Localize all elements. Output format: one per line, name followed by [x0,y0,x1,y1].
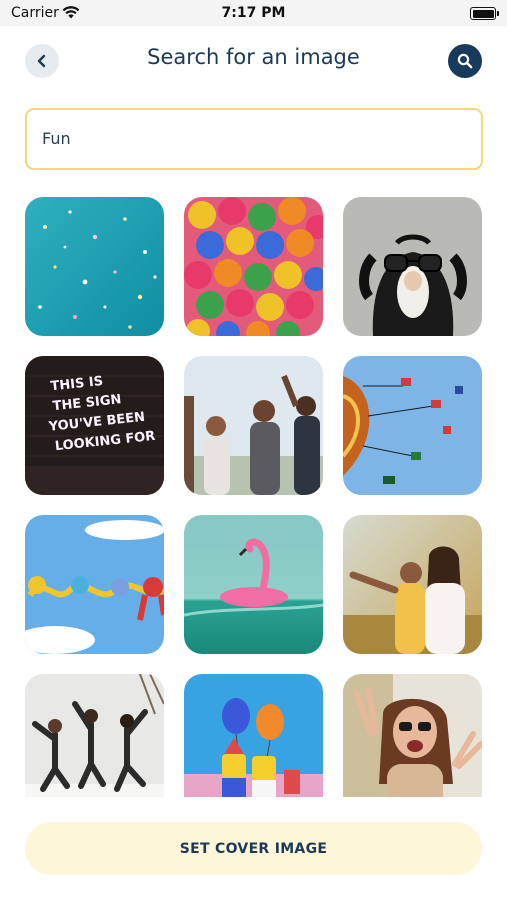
image-tile-jumping-friends[interactable] [25,674,164,797]
image-tile-peace-sign-woman[interactable] [343,674,482,797]
battery-icon [470,7,499,20]
lego-balloons-image [184,674,323,797]
neon-sign-image: THIS IS THE SIGN YOU'VE BEEN LOOKING FOR [25,356,164,495]
jumping-friends-image [25,674,164,797]
search-button[interactable] [448,44,482,78]
dog-glasses-image [343,197,482,336]
image-tile-selfie[interactable] [343,515,482,654]
image-tile-dog-glasses[interactable] [343,197,482,336]
search-icon [457,53,473,69]
status-time: 7:17 PM [221,5,286,21]
status-bar: Carrier 7:17 PM [0,0,507,26]
image-tile-friends-laughing[interactable] [184,356,323,495]
selfie-image [343,515,482,654]
image-tile-flamingo[interactable] [184,515,323,654]
image-tile-lego-balloons[interactable] [184,674,323,797]
flamingo-image [184,515,323,654]
image-grid[interactable]: THIS IS THE SIGN YOU'VE BEEN LOOKING FOR [25,197,482,797]
gumballs-image [184,197,323,336]
image-tile-swing-ride[interactable] [343,356,482,495]
image-tile-confetti[interactable] [25,197,164,336]
peace-sign-woman-image [343,674,482,797]
confetti-image [25,197,164,336]
search-input[interactable] [40,110,464,166]
swing-ride-image [343,356,482,495]
page-title: Search for an image [147,45,360,69]
image-tile-gumballs[interactable] [184,197,323,336]
search-field[interactable] [25,108,483,170]
friends-laughing-image [184,356,323,495]
toy-monkeys-image [25,515,164,654]
image-tile-neon-sign[interactable]: THIS IS THE SIGN YOU'VE BEEN LOOKING FOR [25,356,164,495]
image-tile-toy-monkeys[interactable] [25,515,164,654]
set-cover-image-button[interactable]: SET COVER IMAGE [25,822,482,875]
